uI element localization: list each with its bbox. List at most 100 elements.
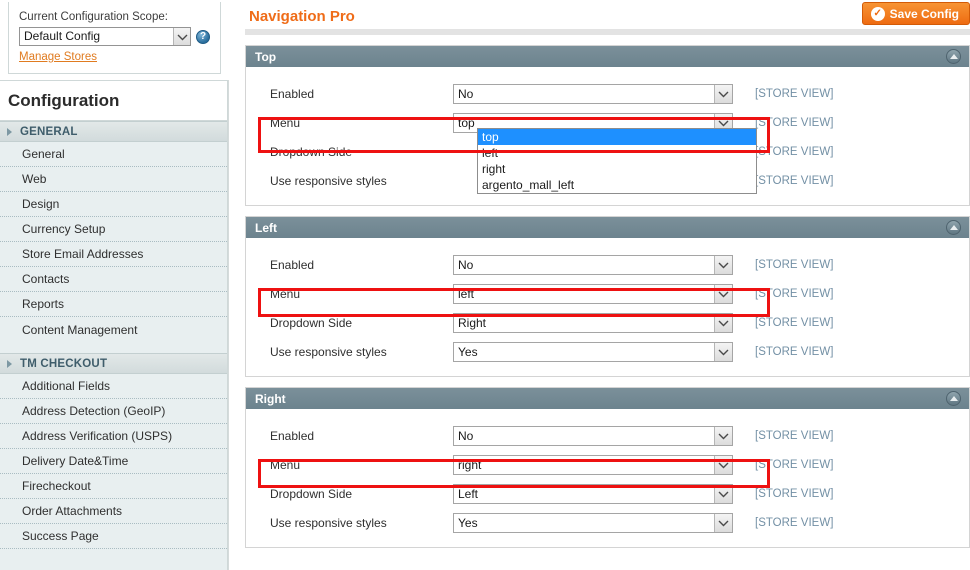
field-value-use-responsive-styles: Yes (458, 344, 478, 359)
sidebar-item-label: Web (22, 172, 47, 186)
save-config-button[interactable]: ✓ Save Config (861, 2, 970, 25)
section-right-body: Enabled No [STORE VIEW] Menu right [STOR… (246, 409, 969, 547)
scope-tag: [STORE VIEW] (755, 487, 834, 500)
sidebar-item-label: Reports (22, 297, 65, 311)
chevron-down-icon[interactable] (714, 255, 732, 274)
field-value-enabled: No (458, 428, 474, 443)
manage-stores-link[interactable]: Manage Stores (19, 51, 97, 63)
field-row-enabled: Enabled No [STORE VIEW] (246, 250, 969, 279)
scope-tag: [STORE VIEW] (755, 316, 834, 329)
dropdown-option-left[interactable]: left (478, 145, 756, 161)
sidebar-item-firecheckout[interactable]: Firecheckout (0, 474, 227, 499)
field-row-menu: Menu top [STORE VIEW] top left right arg… (246, 108, 969, 194)
field-value-menu: right (458, 457, 482, 472)
field-value-dropdown-side: Right (458, 315, 487, 330)
field-select-enabled[interactable]: No (453, 83, 733, 104)
nav-group-spacer (0, 342, 227, 353)
chevron-down-icon[interactable] (714, 484, 732, 503)
dropdown-option-argento-mall-left[interactable]: argento_mall_left (478, 177, 756, 193)
field-select-menu[interactable]: left (453, 283, 733, 304)
sidebar-item-additional-fields[interactable]: Additional Fields (0, 374, 227, 399)
sidebar-item-design[interactable]: Design (0, 192, 227, 217)
sidebar-item-content-management[interactable]: Content Management (0, 317, 227, 342)
chevron-up-circle-icon[interactable] (946, 220, 961, 235)
sidebar-item-reports[interactable]: Reports (0, 292, 227, 317)
nav-group-tm-checkout-label: TM CHECKOUT (20, 357, 108, 370)
scope-select-value: Default Config (24, 29, 101, 43)
scope-select[interactable]: Default Config (19, 27, 191, 46)
section-top-header[interactable]: Top (246, 46, 969, 67)
sidebar-item-label: Content Management (22, 322, 138, 337)
dropdown-option-top[interactable]: top (478, 129, 756, 145)
chevron-down-icon[interactable] (714, 426, 732, 445)
field-value-use-responsive-styles: Yes (458, 515, 478, 530)
field-select-use-responsive-styles[interactable]: Yes (453, 341, 733, 362)
scope-tag: [STORE VIEW] (755, 174, 834, 187)
configuration-scope-box: Current Configuration Scope: Default Con… (8, 2, 221, 74)
chevron-down-icon[interactable] (714, 84, 732, 103)
scope-tag: [STORE VIEW] (755, 116, 834, 129)
sidebar-item-web[interactable]: Web (0, 167, 227, 192)
chevron-down-icon[interactable] (173, 28, 190, 45)
dropdown-option-right[interactable]: right (478, 161, 756, 177)
sidebar-item-label: Address Detection (GeoIP) (22, 404, 166, 418)
save-config-label: Save Config (889, 6, 959, 21)
configuration-panel: Configuration GENERAL General Web Design… (0, 80, 229, 570)
chevron-down-icon[interactable] (714, 513, 732, 532)
sidebar-item-success-page[interactable]: Success Page (0, 524, 227, 549)
field-value-enabled: No (458, 257, 474, 272)
field-label-enabled: Enabled (270, 257, 315, 272)
chevron-down-icon[interactable] (714, 284, 732, 303)
field-row-menu: Menu left [STORE VIEW] (246, 279, 969, 308)
page-title: Navigation Pro (249, 8, 355, 25)
section-right-header[interactable]: Right (246, 388, 969, 409)
field-value-dropdown-side: Left (458, 486, 479, 501)
field-label-enabled: Enabled (270, 428, 315, 443)
section-top-body: Enabled No [STORE VIEW] Menu top [STORE … (246, 67, 969, 205)
field-label-use-responsive-styles: Use responsive styles (270, 344, 387, 359)
nav-group-tm-checkout[interactable]: TM CHECKOUT (0, 353, 227, 374)
field-row-use-responsive-styles: Use responsive styles Yes [STORE VIEW] (246, 337, 969, 366)
configuration-title-box: Configuration (0, 80, 228, 121)
sidebar-item-delivery-date-time[interactable]: Delivery Date&Time (0, 449, 227, 474)
field-select-dropdown-side[interactable]: Right (453, 312, 733, 333)
nav-group-general[interactable]: GENERAL (0, 121, 227, 142)
scope-tag: [STORE VIEW] (755, 87, 834, 100)
field-row-dropdown-side: Dropdown Side Left [STORE VIEW] (246, 479, 969, 508)
scope-tag: [STORE VIEW] (755, 145, 834, 158)
chevron-up-circle-icon[interactable] (946, 391, 961, 406)
field-select-menu[interactable]: right (453, 454, 733, 475)
field-select-dropdown-side[interactable]: Left (453, 483, 733, 504)
sidebar-item-store-email-addresses[interactable]: Store Email Addresses (0, 242, 227, 267)
sidebar-item-address-verification[interactable]: Address Verification (USPS) (0, 424, 227, 449)
field-select-use-responsive-styles[interactable]: Yes (453, 512, 733, 533)
nav-group-general-label: GENERAL (20, 125, 78, 138)
sidebar-item-contacts[interactable]: Contacts (0, 267, 227, 292)
chevron-down-icon[interactable] (714, 455, 732, 474)
section-right: Right Enabled No [STORE VIEW] Menu right… (245, 387, 970, 548)
header-divider (245, 29, 970, 35)
menu-dropdown-list[interactable]: top left right argento_mall_left (477, 128, 757, 194)
help-circle-icon[interactable]: ? (196, 29, 210, 44)
chevron-down-icon[interactable] (714, 313, 732, 332)
admin-configuration-page: Current Configuration Scope: Default Con… (0, 0, 970, 570)
field-select-enabled[interactable]: No (453, 425, 733, 446)
scope-tag: [STORE VIEW] (755, 345, 834, 358)
left-column: Current Configuration Scope: Default Con… (0, 0, 229, 570)
sidebar-item-currency-setup[interactable]: Currency Setup (0, 217, 227, 242)
section-left-body: Enabled No [STORE VIEW] Menu left [STORE… (246, 238, 969, 376)
chevron-down-icon[interactable] (714, 342, 732, 361)
sidebar-item-general[interactable]: General (0, 142, 227, 167)
section-left-header[interactable]: Left (246, 217, 969, 238)
section-right-title: Right (255, 391, 286, 406)
sidebar-item-address-detection[interactable]: Address Detection (GeoIP) (0, 399, 227, 424)
field-label-enabled: Enabled (270, 86, 315, 101)
scope-tag: [STORE VIEW] (755, 429, 834, 442)
chevron-up-circle-icon[interactable] (946, 49, 961, 64)
sidebar-item-label: Store Email Addresses (22, 247, 144, 261)
scope-row: Default Config ? (19, 27, 210, 46)
sidebar-item-order-attachments[interactable]: Order Attachments (0, 499, 227, 524)
scope-tag: [STORE VIEW] (755, 287, 834, 300)
section-left: Left Enabled No [STORE VIEW] Menu left [… (245, 216, 970, 377)
field-select-enabled[interactable]: No (453, 254, 733, 275)
